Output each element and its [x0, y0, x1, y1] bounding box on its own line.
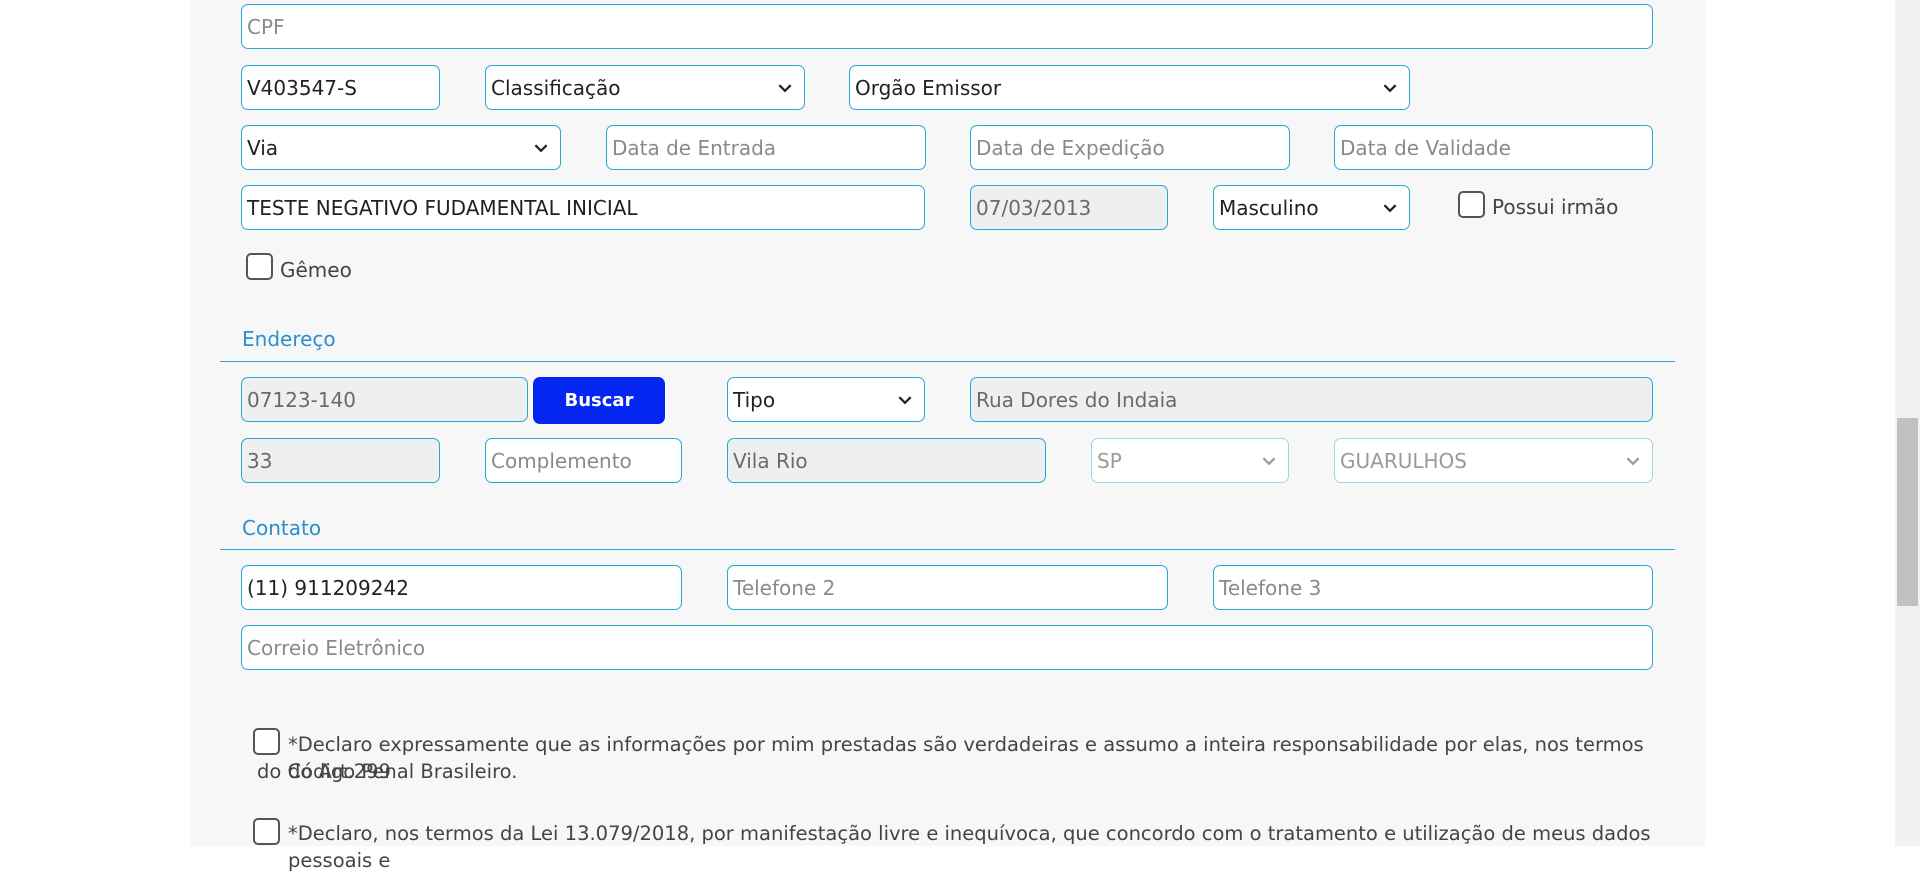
- buscar-label: Buscar: [564, 390, 634, 411]
- telefone2-input[interactable]: Telefone 2: [727, 565, 1168, 610]
- email-input[interactable]: Correio Eletrônico: [241, 625, 1653, 670]
- declaracao-lgpd-line1: *Declaro, nos termos da Lei 13.079/2018,…: [288, 822, 1651, 872]
- declaracao-veracidade-line2: do Código Penal Brasileiro.: [257, 760, 518, 783]
- orgao-emissor-select[interactable]: Orgão Emissor: [849, 65, 1410, 110]
- contato-title: Contato: [242, 516, 322, 540]
- logradouro-value: Rua Dores do Indaia: [976, 387, 1178, 412]
- bairro-input: Vila Rio: [727, 438, 1046, 483]
- declaracao-lgpd-checkbox[interactable]: [253, 818, 280, 845]
- telefone3-placeholder: Telefone 3: [1219, 575, 1322, 600]
- email-placeholder: Correio Eletrônico: [247, 635, 426, 660]
- complemento-placeholder: Complemento: [491, 448, 632, 473]
- buscar-button[interactable]: Buscar: [533, 377, 665, 424]
- cep-value: 07123-140: [247, 387, 357, 412]
- data-expedicao-input[interactable]: Data de Expedição: [970, 125, 1290, 170]
- chevron-down-icon: [534, 143, 548, 152]
- endereco-title: Endereço: [242, 327, 336, 351]
- classificacao-select[interactable]: Classificação: [485, 65, 805, 110]
- telefone1-input[interactable]: (11) 911209242: [241, 565, 682, 610]
- rg-value: V403547-S: [247, 75, 357, 100]
- sexo-value: Masculino: [1219, 195, 1319, 220]
- via-select[interactable]: Via: [241, 125, 561, 170]
- gemeo-label: Gêmeo: [280, 258, 352, 282]
- birth-date-input: 07/03/2013: [970, 185, 1168, 230]
- cidade-value: GUARULHOS: [1340, 448, 1467, 473]
- chevron-down-icon: [1383, 83, 1397, 92]
- name-input[interactable]: TESTE NEGATIVO FUDAMENTAL INICIAL: [241, 185, 925, 230]
- chevron-down-icon: [1383, 203, 1397, 212]
- rg-input[interactable]: V403547-S: [241, 65, 440, 110]
- cep-input[interactable]: 07123-140: [241, 377, 528, 422]
- uf-select: SP: [1091, 438, 1289, 483]
- contato-divider: [220, 549, 1675, 550]
- via-value: Via: [247, 135, 279, 160]
- data-entrada-placeholder: Data de Entrada: [612, 135, 777, 160]
- gemeo-checkbox[interactable]: [246, 253, 273, 280]
- birth-date-value: 07/03/2013: [976, 195, 1092, 220]
- telefone2-placeholder: Telefone 2: [733, 575, 836, 600]
- chevron-down-icon: [1626, 456, 1640, 465]
- name-value: TESTE NEGATIVO FUDAMENTAL INICIAL: [247, 195, 638, 220]
- data-validade-input[interactable]: Data de Validade: [1334, 125, 1653, 170]
- uf-value: SP: [1097, 448, 1122, 473]
- orgao-emissor-value: Orgão Emissor: [855, 75, 1002, 100]
- scrollbar-thumb[interactable]: [1897, 418, 1918, 606]
- complemento-input[interactable]: Complemento: [485, 438, 682, 483]
- possui-irmao-checkbox[interactable]: [1458, 191, 1485, 218]
- classificacao-value: Classificação: [491, 75, 621, 100]
- endereco-divider: [220, 361, 1675, 362]
- data-validade-placeholder: Data de Validade: [1340, 135, 1511, 160]
- chevron-down-icon: [778, 83, 792, 92]
- numero-value: 33: [247, 448, 273, 473]
- data-entrada-input[interactable]: Data de Entrada: [606, 125, 926, 170]
- data-expedicao-placeholder: Data de Expedição: [976, 135, 1165, 160]
- chevron-down-icon: [1262, 456, 1276, 465]
- chevron-down-icon: [898, 395, 912, 404]
- cidade-select: GUARULHOS: [1334, 438, 1653, 483]
- telefone1-value: (11) 911209242: [247, 575, 409, 600]
- declaracao-veracidade-checkbox[interactable]: [253, 728, 280, 755]
- cpf-placeholder: CPF: [247, 14, 285, 39]
- tipo-select[interactable]: Tipo: [727, 377, 925, 422]
- cpf-input[interactable]: CPF: [241, 4, 1653, 49]
- tipo-value: Tipo: [733, 387, 776, 412]
- bairro-value: Vila Rio: [733, 448, 808, 473]
- telefone3-input[interactable]: Telefone 3: [1213, 565, 1653, 610]
- sexo-select[interactable]: Masculino: [1213, 185, 1410, 230]
- logradouro-input: Rua Dores do Indaia: [970, 377, 1653, 422]
- numero-input[interactable]: 33: [241, 438, 440, 483]
- possui-irmao-label: Possui irmão: [1492, 195, 1619, 219]
